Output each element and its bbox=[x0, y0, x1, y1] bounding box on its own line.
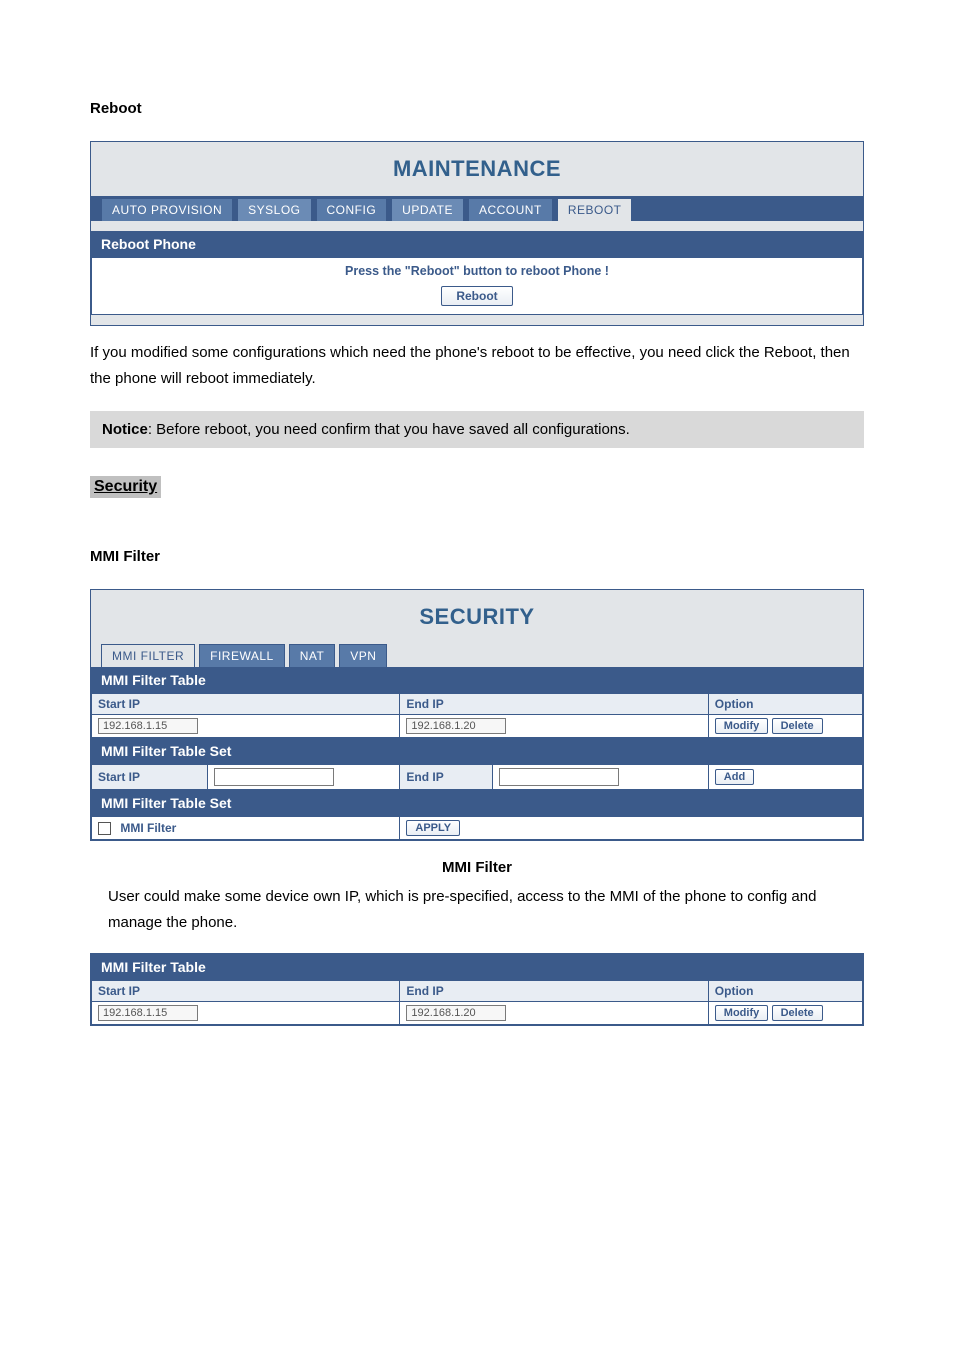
maintenance-tabs: AUTO PROVISION SYSLOG CONFIG UPDATE ACCO… bbox=[91, 196, 863, 221]
security-title: SECURITY bbox=[91, 590, 863, 644]
start-ip-input[interactable] bbox=[214, 768, 334, 786]
tab-syslog[interactable]: SYSLOG bbox=[237, 198, 311, 221]
tab-account[interactable]: ACCOUNT bbox=[468, 198, 553, 221]
reboot-phone-bar: Reboot Phone bbox=[91, 231, 863, 257]
reboot-button[interactable]: Reboot bbox=[441, 286, 512, 306]
start-ip-label: Start IP bbox=[92, 765, 208, 790]
security-tabs: MMI FILTER FIREWALL NAT VPN bbox=[91, 644, 863, 667]
mmi-filter-table2-wrap: MMI Filter Table Start IP End IP Option … bbox=[90, 953, 864, 1026]
apply-button[interactable]: APPLY bbox=[406, 820, 460, 836]
end-ip-value: 192.168.1.20 bbox=[406, 1005, 506, 1021]
notice-text: : Before reboot, you need confirm that y… bbox=[148, 421, 630, 438]
table-row: Start IP End IP Add bbox=[92, 765, 863, 790]
start-ip-value: 192.168.1.15 bbox=[98, 1005, 198, 1021]
mmi-filter-table2: Start IP End IP Option 192.168.1.15 192.… bbox=[91, 980, 863, 1025]
end-ip-value: 192.168.1.20 bbox=[406, 718, 506, 734]
table-header-row: Start IP End IP Option bbox=[92, 694, 863, 715]
tab-auto-provision[interactable]: AUTO PROVISION bbox=[101, 198, 233, 221]
tab-firewall[interactable]: FIREWALL bbox=[199, 644, 285, 667]
notice-label: Notice bbox=[102, 421, 148, 438]
tab-config[interactable]: CONFIG bbox=[316, 198, 388, 221]
maintenance-title: MAINTENANCE bbox=[91, 142, 863, 196]
tab-nat[interactable]: NAT bbox=[289, 644, 336, 667]
tab-update[interactable]: UPDATE bbox=[391, 198, 464, 221]
mmi-filter-table: Start IP End IP Option 192.168.1.15 192.… bbox=[91, 693, 863, 738]
reboot-description: If you modified some configurations whic… bbox=[90, 340, 864, 391]
table-row: 192.168.1.15 192.168.1.20 Modify Delete bbox=[92, 1002, 863, 1025]
end-ip-input[interactable] bbox=[499, 768, 619, 786]
col-start-ip: Start IP bbox=[92, 981, 400, 1002]
mmi-filter-enable-bar: MMI Filter Table Set bbox=[91, 790, 863, 816]
col-end-ip: End IP bbox=[400, 981, 708, 1002]
maintenance-panel: MAINTENANCE AUTO PROVISION SYSLOG CONFIG… bbox=[90, 141, 864, 326]
security-panel: SECURITY MMI FILTER FIREWALL NAT VPN MMI… bbox=[90, 589, 864, 841]
mmi-filter-table2-bar: MMI Filter Table bbox=[91, 954, 863, 980]
modify-button[interactable]: Modify bbox=[715, 718, 768, 734]
mmi-filter-description: User could make some device own IP, whic… bbox=[108, 884, 864, 935]
table-row: MMI Filter APPLY bbox=[92, 817, 863, 840]
section-heading-mmifilter: MMI Filter bbox=[90, 548, 864, 565]
col-option: Option bbox=[708, 981, 862, 1002]
tab-reboot[interactable]: REBOOT bbox=[557, 198, 633, 221]
add-button[interactable]: Add bbox=[715, 769, 754, 785]
start-ip-value: 192.168.1.15 bbox=[98, 718, 198, 734]
modify-button[interactable]: Modify bbox=[715, 1005, 768, 1021]
end-ip-label: End IP bbox=[400, 765, 493, 790]
mmi-filter-enable-table: MMI Filter APPLY bbox=[91, 816, 863, 840]
mmi-filter-set-table: Start IP End IP Add bbox=[91, 764, 863, 790]
notice-box: Notice: Before reboot, you need confirm … bbox=[90, 411, 864, 448]
delete-button[interactable]: Delete bbox=[772, 718, 823, 734]
delete-button[interactable]: Delete bbox=[772, 1005, 823, 1021]
table-row: 192.168.1.15 192.168.1.20 Modify Delete bbox=[92, 715, 863, 738]
mmi-filter-checkbox[interactable] bbox=[98, 822, 111, 835]
mmi-filter-table-bar: MMI Filter Table bbox=[91, 667, 863, 693]
reboot-instruction: Press the "Reboot" button to reboot Phon… bbox=[92, 258, 862, 282]
mmi-filter-set-bar: MMI Filter Table Set bbox=[91, 738, 863, 764]
tab-mmi-filter[interactable]: MMI FILTER bbox=[101, 644, 195, 667]
table-header-row: Start IP End IP Option bbox=[92, 981, 863, 1002]
col-option: Option bbox=[708, 694, 862, 715]
col-end-ip: End IP bbox=[400, 694, 708, 715]
reboot-box: Press the "Reboot" button to reboot Phon… bbox=[91, 257, 863, 315]
section-heading-reboot: Reboot bbox=[90, 100, 864, 117]
tab-vpn[interactable]: VPN bbox=[339, 644, 387, 667]
mmi-filter-checkbox-label: MMI Filter bbox=[120, 821, 176, 835]
col-start-ip: Start IP bbox=[92, 694, 400, 715]
security-heading: Security bbox=[90, 476, 161, 498]
mmi-filter-subtitle: MMI Filter bbox=[90, 859, 864, 876]
